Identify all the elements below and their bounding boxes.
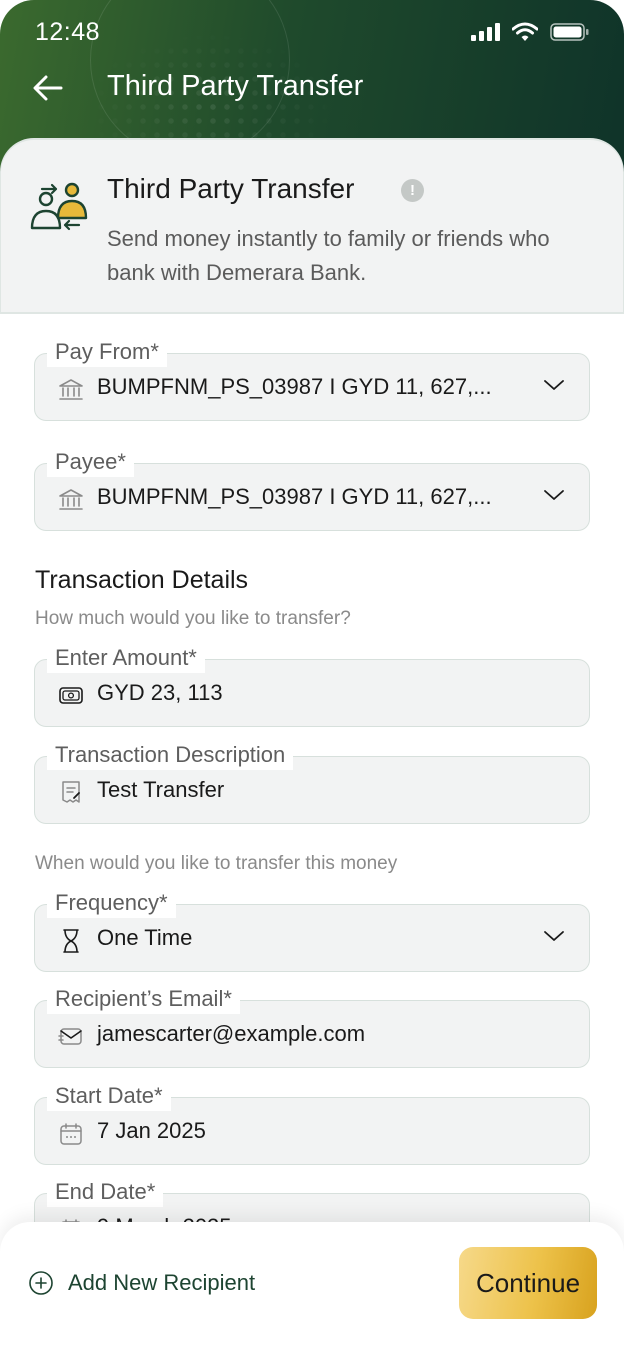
chevron-down-icon	[543, 378, 565, 397]
end-date-label: End Date*	[47, 1177, 164, 1207]
description-label: Transaction Description	[47, 740, 294, 770]
plus-circle-icon	[29, 1271, 53, 1295]
chevron-down-icon	[543, 488, 565, 507]
amount-value: GYD 23, 113	[97, 680, 223, 705]
receipt-icon	[57, 779, 85, 807]
email-label: Recipient’s Email*	[47, 984, 240, 1014]
status-time: 12:48	[35, 18, 101, 46]
info-title: Third Party Transfer	[107, 173, 355, 204]
pay-from-label: Pay From*	[47, 337, 167, 367]
arrow-left-icon	[33, 75, 63, 101]
mail-icon	[57, 1023, 85, 1051]
signal-icon	[471, 23, 500, 41]
transfer-people-icon	[29, 180, 91, 239]
frequency-select[interactable]: Frequency* One Time	[34, 888, 590, 972]
hourglass-icon	[57, 927, 85, 955]
description-input[interactable]: Transaction Description Test Transfer	[34, 740, 590, 824]
email-value: jamescarter@example.com	[97, 1021, 366, 1046]
wifi-icon	[512, 22, 538, 41]
payee-value: BUMPFNM_PS_03987 I GYD 11, 627,...	[97, 484, 492, 509]
payee-select[interactable]: Payee* BUMPFNM_PS_03987 I GYD 11, 627,..…	[34, 447, 590, 531]
payee-label: Payee*	[47, 447, 134, 477]
amount-prompt: How much would you like to transfer?	[35, 608, 351, 629]
bank-icon	[57, 486, 85, 514]
start-date-input[interactable]: Start Date* 7 Jan 2025	[34, 1081, 590, 1165]
info-icon[interactable]: !	[401, 179, 424, 202]
start-date-label: Start Date*	[47, 1081, 171, 1111]
page-title: Third Party Transfer	[107, 70, 364, 102]
bank-icon	[57, 376, 85, 404]
back-button[interactable]	[30, 70, 66, 106]
description-value: Test Transfer	[97, 777, 225, 802]
add-recipient-button[interactable]: Add New Recipient	[28, 1270, 255, 1296]
section-title: Transaction Details	[35, 566, 249, 594]
status-icons	[471, 22, 590, 42]
pay-from-value: BUMPFNM_PS_03987 I GYD 11, 627,...	[97, 374, 492, 399]
bottom-action-bar: Add New Recipient Continue	[0, 1222, 624, 1350]
frequency-label: Frequency*	[47, 888, 176, 918]
chevron-down-icon	[543, 929, 565, 948]
timing-prompt: When would you like to transfer this mon…	[35, 853, 398, 874]
calendar-icon	[57, 1120, 85, 1148]
amount-input[interactable]: Enter Amount* GYD 23, 113	[34, 643, 590, 727]
start-date-value: 7 Jan 2025	[97, 1118, 206, 1143]
cash-icon	[57, 682, 85, 710]
frequency-value: One Time	[97, 925, 193, 950]
email-input[interactable]: Recipient’s Email* jamescarter@example.c…	[34, 984, 590, 1068]
amount-label: Enter Amount*	[47, 643, 205, 673]
transfer-info-card: Third Party Transfer ! Send money instan…	[0, 138, 624, 314]
pay-from-select[interactable]: Pay From* BUMPFNM_PS_03987 I GYD 11, 627…	[34, 337, 590, 421]
info-description: Send money instantly to family or friend…	[107, 226, 550, 285]
battery-icon	[550, 23, 589, 41]
add-recipient-label: Add New Recipient	[68, 1270, 256, 1295]
continue-button[interactable]: Continue	[459, 1247, 597, 1319]
